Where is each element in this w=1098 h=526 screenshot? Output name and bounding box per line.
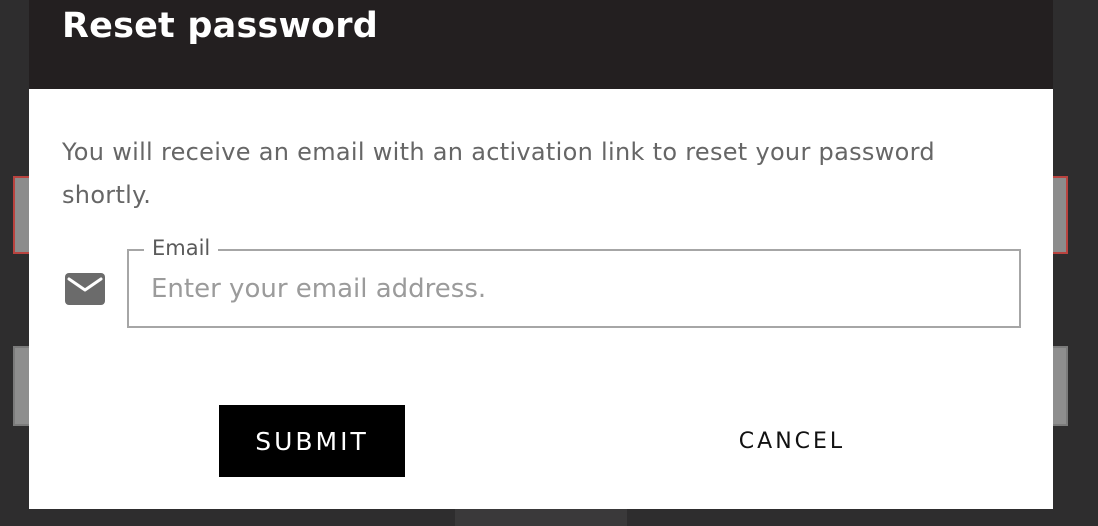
dialog-title: Reset password xyxy=(62,6,379,46)
cancel-button[interactable]: CANCEL xyxy=(709,405,875,477)
dialog-description: You will receive an email with an activa… xyxy=(62,138,935,209)
page: Reset password You will receive an email… xyxy=(0,0,1098,526)
dialog-body: You will receive an email with an activa… xyxy=(29,89,1053,509)
email-field: Email xyxy=(127,235,1021,328)
dialog-header: Reset password xyxy=(29,0,1053,89)
email-input[interactable] xyxy=(151,269,991,309)
email-label: Email xyxy=(144,235,219,261)
reset-password-dialog: Reset password You will receive an email… xyxy=(29,0,1053,509)
mail-icon xyxy=(64,269,106,309)
submit-button[interactable]: SUBMIT xyxy=(219,405,405,477)
